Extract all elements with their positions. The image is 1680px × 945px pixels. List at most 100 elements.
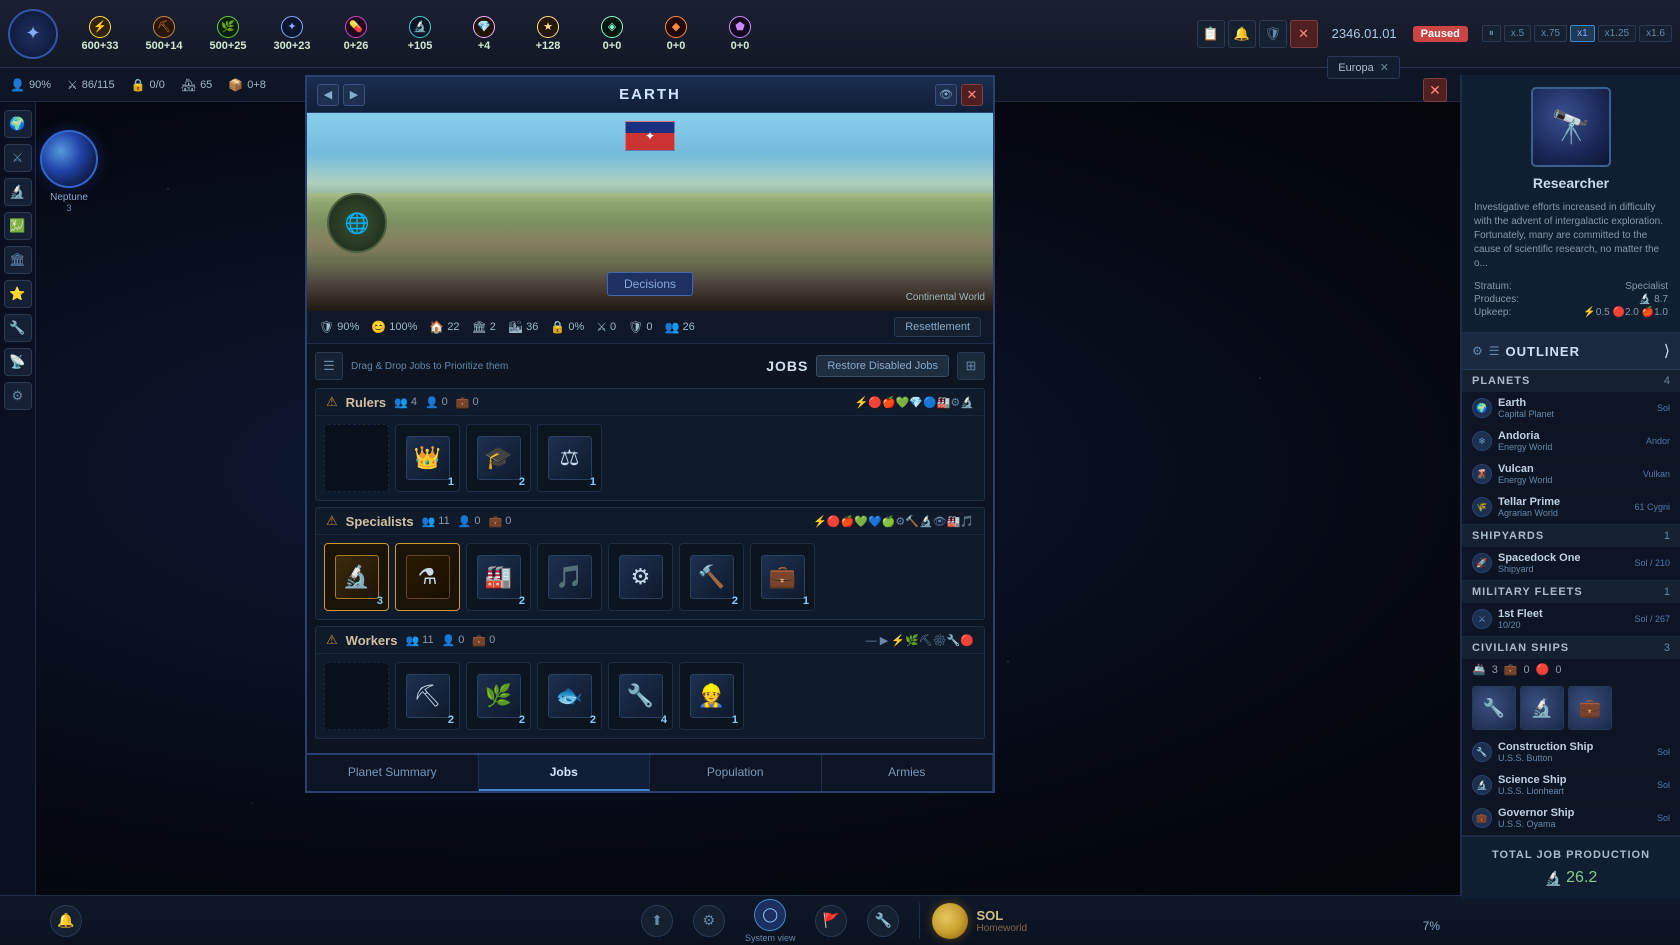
stat-armies: ⚔ 86/115 [67, 78, 115, 92]
military-section-header[interactable]: MILITARY FLEETS 1 [1462, 581, 1680, 603]
outliner-item-governor[interactable]: 💼 Governor Ship U.S.S. Oyama Sol [1462, 802, 1680, 835]
rulers-slot-1[interactable]: 👑 1 [395, 424, 460, 492]
outliner-item-science[interactable]: 🔬 Science Ship U.S.S. Lionheart Sol [1462, 769, 1680, 802]
construction-sub: U.S.S. Button [1498, 753, 1651, 763]
outliner-item-andoria[interactable]: ❄ Andoria Energy World Andor [1462, 425, 1680, 458]
pause-button[interactable]: ⏸ [1482, 25, 1501, 42]
tab-planet-summary[interactable]: Planet Summary [307, 755, 479, 791]
next-planet-button[interactable]: ▶ [343, 84, 365, 106]
ship-portrait-1[interactable]: 🔧 [1472, 686, 1516, 730]
districts-icon: 🏘 [181, 78, 196, 92]
outliner-header: ⚙ ☰ OUTLINER ⟩ [1462, 333, 1680, 370]
specialists-slot-3[interactable]: 🏭 2 [466, 543, 531, 611]
toolbar-icon-2[interactable]: 🔔 [1228, 20, 1256, 48]
sidebar-icon-military[interactable]: ⚔ [4, 144, 32, 172]
bottom-icon-flag[interactable]: 🚩 [815, 905, 847, 937]
armies-icon: ⚔ [67, 78, 78, 92]
europa-popup: Europa ✕ [1327, 56, 1400, 79]
outliner-item-tellar[interactable]: 🌾 Tellar Prime Agrarian World 61 Cygni [1462, 491, 1680, 524]
sidebar-icon-research[interactable]: 🔬 [4, 178, 32, 206]
workers-slot-1[interactable]: ⛏ 2 [395, 662, 460, 730]
specialists-slot-6[interactable]: 🔨 2 [679, 543, 744, 611]
specialists-job-3-icon: 🏭 [477, 555, 521, 599]
sidebar-icon-politics[interactable]: 🏛 [4, 246, 32, 274]
europa-close-button[interactable]: ✕ [1380, 61, 1389, 74]
prev-planet-button[interactable]: ◀ [317, 84, 339, 106]
toolbar-icon-close[interactable]: ✕ [1290, 20, 1318, 48]
civilian-ships-icon: 🚢 [1472, 663, 1486, 676]
construction-info: Construction Ship U.S.S. Button [1498, 741, 1651, 763]
bottom-icon-system-view[interactable]: ◯ System view [745, 899, 796, 943]
specialists-slot-7[interactable]: 💼 1 [750, 543, 815, 611]
researcher-description: Investigative efforts increased in diffi… [1474, 201, 1668, 271]
workers-pops-icon: 👥 [405, 634, 419, 647]
specialists-slot-1[interactable]: 🔬 3 [324, 543, 389, 611]
bottom-icon-settings[interactable]: ⚙ [693, 905, 725, 937]
vulcan-sub: Energy World [1498, 475, 1637, 485]
outliner-item-spacedock[interactable]: 🚀 Spacedock One Shipyard Sol / 210 [1462, 547, 1680, 580]
planets-section-header[interactable]: PLANETS 4 [1462, 370, 1680, 392]
tab-population[interactable]: Population [650, 755, 822, 791]
outliner-item-earth[interactable]: 🌍 Earth Capital Planet Sol [1462, 392, 1680, 425]
civilian-section-header[interactable]: CIVILIAN SHIPS 3 [1462, 637, 1680, 659]
sidebar-icon-planets[interactable]: 🌍 [4, 110, 32, 138]
speed-125-button[interactable]: x1.25 [1598, 25, 1636, 42]
rulers-unemployed-stat: 👤 0 [425, 396, 448, 409]
jobs-grid-view-button[interactable]: ⊞ [957, 352, 985, 380]
specialists-job-3-count: 2 [519, 595, 525, 607]
restore-disabled-jobs-button[interactable]: Restore Disabled Jobs [816, 355, 949, 377]
speed-16-button[interactable]: x1.6 [1639, 25, 1672, 42]
specialists-slot-2[interactable]: ⚗ [395, 543, 460, 611]
unity-icon: 💎 [473, 16, 495, 38]
workers-slot-5[interactable]: 👷 1 [679, 662, 744, 730]
workers-slot-3[interactable]: 🐟 2 [537, 662, 602, 730]
toolbar-icon-3[interactable]: 🛡 [1259, 20, 1287, 48]
rulers-slot-3[interactable]: ⚖ 1 [537, 424, 602, 492]
planet-orb-neptune[interactable] [40, 130, 98, 188]
sidebar-icon-situations[interactable]: 🔧 [4, 314, 32, 342]
resettlement-button[interactable]: Resettlement [894, 317, 981, 337]
specialists-slot-5[interactable]: ⚙ [608, 543, 673, 611]
workers-pops-stat: 👥 11 [405, 634, 433, 647]
speed-half-button[interactable]: x.5 [1504, 25, 1531, 42]
tab-jobs[interactable]: Jobs [479, 755, 651, 791]
specialists-job-slots: 🔬 3 ⚗ 🏭 2 🎵 ⚙ 🔨 2 [316, 535, 984, 619]
rulers-warning-icon: ⚠ [326, 394, 338, 410]
decisions-button[interactable]: Decisions [607, 272, 693, 296]
garrison-val: 0 [610, 321, 616, 333]
sidebar-icon-federation[interactable]: ⭐ [4, 280, 32, 308]
rulers-slot-2[interactable]: 🎓 2 [466, 424, 531, 492]
outliner-item-vulcan[interactable]: 🌋 Vulcan Energy World Vulkan [1462, 458, 1680, 491]
pstat-pops: 👥 26 [665, 320, 695, 334]
sol-display[interactable]: SOL Homeworld [919, 903, 1039, 939]
top-resource-bar: ⚡ 600+33 ⛏ 500+14 🌿 500+25 ✦ 300+23 💊 0+… [0, 0, 1680, 68]
toolbar-icon-1[interactable]: 📋 [1197, 20, 1225, 48]
bottom-icon-tools[interactable]: 🔧 [867, 905, 899, 937]
workers-slot-4[interactable]: 🔧 4 [608, 662, 673, 730]
close-window-button[interactable]: ✕ [961, 84, 983, 106]
sidebar-icon-economy[interactable]: 💹 [4, 212, 32, 240]
bottom-icon-notifications[interactable]: 🔔 [50, 905, 82, 937]
earth-loc: Sol [1657, 403, 1670, 413]
specialists-slot-4[interactable]: 🎵 [537, 543, 602, 611]
empire-logo[interactable] [8, 9, 58, 59]
bottom-icon-expand[interactable]: ⬆ [641, 905, 673, 937]
andoria-sub: Energy World [1498, 442, 1640, 452]
workers-slot-2[interactable]: 🌿 2 [466, 662, 531, 730]
outliner-item-construction[interactable]: 🔧 Construction Ship U.S.S. Button Sol [1462, 736, 1680, 769]
ship-portrait-2[interactable]: 🔬 [1520, 686, 1564, 730]
andoria-icon: ❄ [1472, 431, 1492, 451]
ship-portrait-3[interactable]: 💼 [1568, 686, 1612, 730]
tab-armies[interactable]: Armies [822, 755, 994, 791]
outliner-item-1st-fleet[interactable]: ⚔ 1st Fleet 10/20 Sol / 267 [1462, 603, 1680, 636]
bottom-bar: 🔔 ⬆ ⚙ ◯ System view 🚩 🔧 SOL Homeworld 7% [0, 895, 1680, 945]
main-window-outer-close[interactable]: ✕ [1423, 78, 1447, 102]
shipyards-section-header[interactable]: SHIPYARDS 1 [1462, 525, 1680, 547]
sidebar-icon-comms[interactable]: 📡 [4, 348, 32, 376]
storage-icon: 📦 [228, 78, 243, 92]
speed-075-button[interactable]: x.75 [1534, 25, 1567, 42]
expand-icon[interactable]: ⟩ [1664, 341, 1670, 361]
observe-button[interactable]: 👁 [935, 84, 957, 106]
speed-1x-button[interactable]: x1 [1570, 25, 1595, 42]
sidebar-icon-settings[interactable]: ⚙ [4, 382, 32, 410]
